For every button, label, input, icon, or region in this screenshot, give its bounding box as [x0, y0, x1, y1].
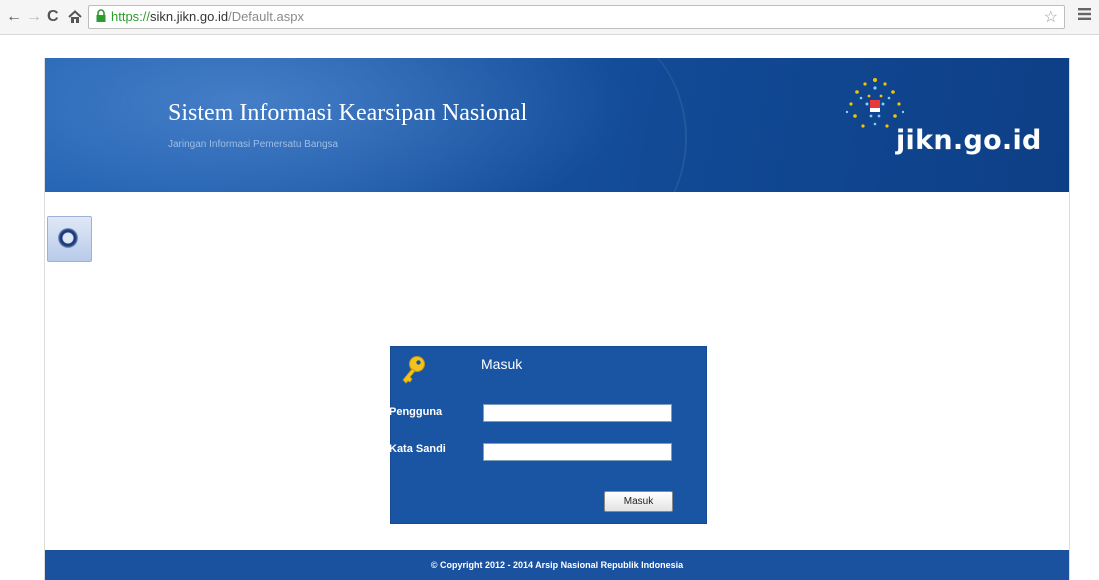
browser-toolbar: ← → C https://sikn.jikn.go.id/Default.as… — [0, 0, 1099, 35]
url-host: sikn.jikn.go.id — [150, 9, 229, 24]
page-container: Sistem Informasi Kearsipan Nasional Jari… — [44, 58, 1070, 580]
username-input[interactable] — [483, 404, 672, 422]
site-footer: © Copyright 2012 - 2014 Arsip Nasional R… — [45, 550, 1069, 580]
login-panel: Masuk Pengguna Kata Sandi Masuk — [389, 346, 707, 524]
password-input[interactable] — [483, 443, 672, 461]
login-title: Masuk — [481, 356, 523, 372]
site-header: Sistem Informasi Kearsipan Nasional Jari… — [45, 58, 1069, 192]
password-label: Kata Sandi — [389, 443, 446, 455]
forward-arrow-icon[interactable]: → — [26, 8, 42, 26]
footer-copyright: © Copyright 2012 - 2014 Arsip Nasional R… — [430, 560, 684, 570]
url-separator: :// — [139, 9, 151, 24]
ring-icon — [58, 228, 78, 248]
star-icon[interactable]: ☆ — [1044, 7, 1058, 27]
back-arrow-icon[interactable]: ← — [6, 8, 22, 26]
url-path: /Default.aspx — [228, 9, 304, 24]
side-panel-toggle-button[interactable] — [47, 216, 92, 262]
site-title: Sistem Informasi Kearsipan Nasional — [168, 100, 528, 126]
url-scheme: https — [111, 9, 140, 24]
menu-icon[interactable] — [1077, 7, 1092, 21]
home-icon[interactable] — [68, 8, 82, 29]
lock-icon — [96, 9, 106, 22]
url-text: https://sikn.jikn.go.id/Default.aspx — [111, 9, 304, 25]
address-bar[interactable]: https://sikn.jikn.go.id/Default.aspx ☆ — [88, 5, 1065, 29]
login-submit-button[interactable]: Masuk — [604, 491, 673, 512]
logo-text: jikn.go.id — [896, 125, 1042, 156]
site-subtitle: Jaringan Informasi Pemersatu Bangsa — [168, 139, 339, 150]
username-label: Pengguna — [389, 406, 443, 418]
reload-icon[interactable]: C — [47, 8, 59, 26]
key-icon — [402, 356, 425, 384]
